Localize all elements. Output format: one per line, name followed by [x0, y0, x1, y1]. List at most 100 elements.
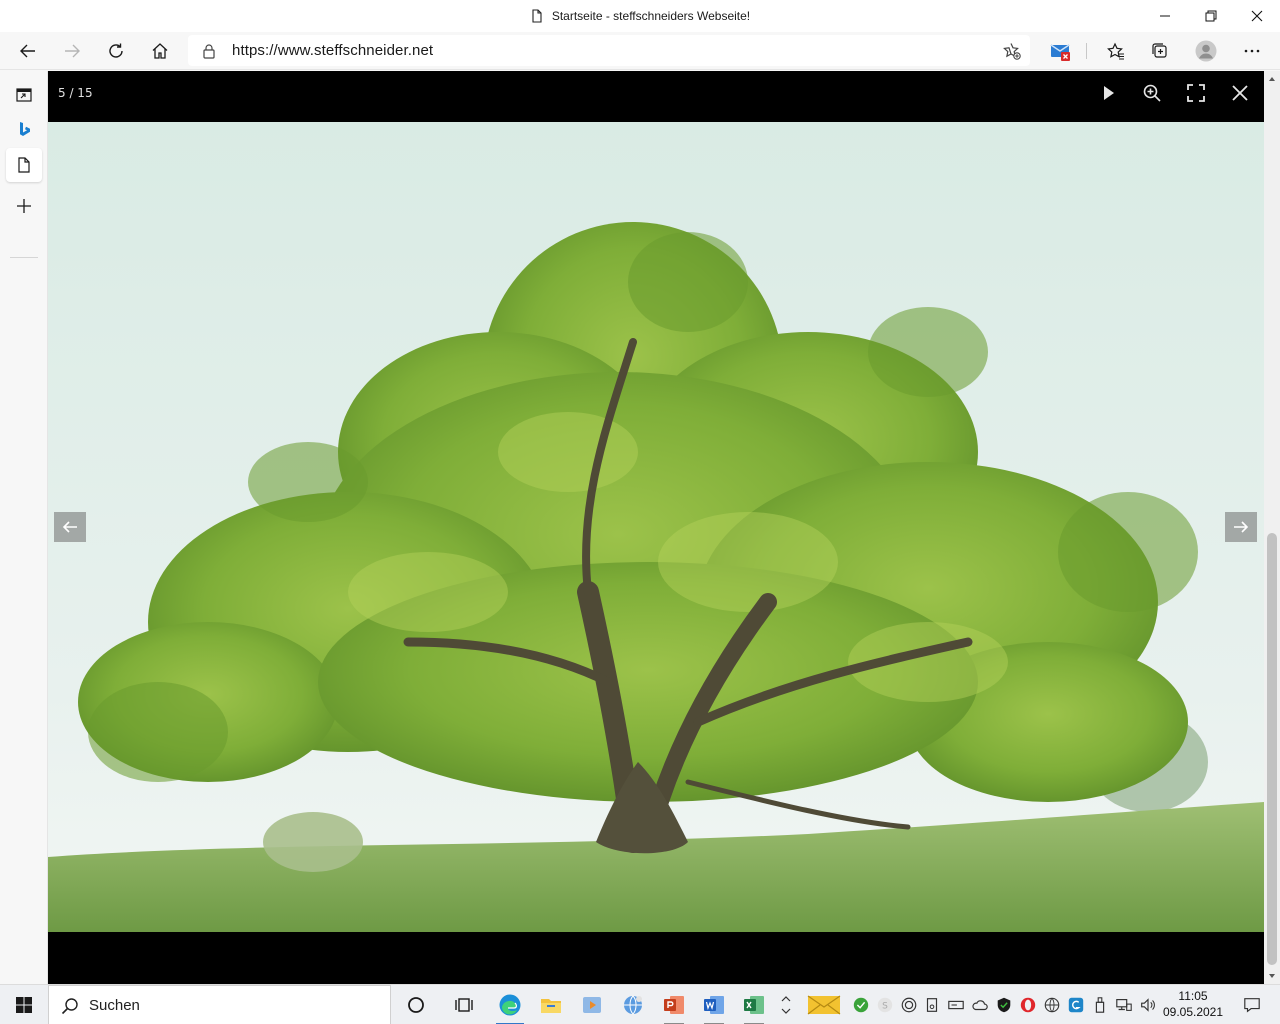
fullscreen-icon	[1187, 84, 1205, 102]
tray-hdd-icon[interactable]	[946, 995, 966, 1015]
forward-button[interactable]	[56, 35, 88, 67]
globe-app-icon	[624, 995, 642, 1015]
device-icon	[926, 998, 938, 1012]
back-button[interactable]	[12, 35, 44, 67]
tray-app-icon[interactable]	[1066, 995, 1086, 1015]
favorites-icon	[1107, 42, 1124, 60]
task-view-button[interactable]	[444, 985, 484, 1024]
page-tab-button[interactable]	[6, 148, 42, 182]
sidebar-divider	[10, 257, 38, 258]
close-icon	[1232, 85, 1248, 101]
collections-button[interactable]	[1144, 35, 1176, 67]
tray-skype-icon[interactable]: S	[875, 995, 895, 1015]
edge-icon	[499, 994, 521, 1016]
taskbar: Suchen S 11:05 09.05.2021	[0, 984, 1280, 1024]
restore-button[interactable]	[1188, 0, 1234, 32]
window-title-wrap: Startseite - steffschneiders Webseite!	[0, 0, 1280, 32]
home-icon	[152, 43, 168, 59]
envelope-icon	[807, 995, 841, 1015]
forward-arrow-icon	[65, 44, 80, 58]
tray-sync-icon[interactable]	[899, 995, 919, 1015]
notification-icon	[1244, 998, 1260, 1013]
minimize-icon	[1160, 15, 1170, 17]
taskbar-clock[interactable]: 11:05 09.05.2021	[1160, 988, 1226, 1020]
scroll-down-button[interactable]	[1264, 968, 1280, 984]
excel-icon	[744, 996, 764, 1014]
shield-icon	[997, 997, 1011, 1013]
hard-drive-icon	[948, 1000, 964, 1010]
profile-button[interactable]	[1190, 35, 1222, 67]
scroll-up-button[interactable]	[1264, 71, 1280, 87]
avatar-icon	[1195, 40, 1217, 62]
fullscreen-button[interactable]	[1178, 79, 1214, 107]
word-icon	[704, 996, 724, 1014]
scroll-thumb[interactable]	[1267, 533, 1277, 965]
mail-extension-icon	[1050, 44, 1070, 61]
close-window-button[interactable]	[1234, 0, 1280, 32]
previous-image-button[interactable]	[54, 512, 86, 542]
tray-security-icon[interactable]	[994, 995, 1014, 1015]
notification-center-button[interactable]	[1232, 985, 1272, 1024]
vertical-scrollbar[interactable]	[1264, 71, 1280, 984]
refresh-button[interactable]	[100, 35, 132, 67]
lightbox-close-button[interactable]	[1222, 79, 1258, 107]
zoom-button[interactable]	[1134, 79, 1170, 107]
tray-device-icon[interactable]	[922, 995, 942, 1015]
add-favorite-icon[interactable]	[1002, 41, 1022, 61]
check-circle-icon	[853, 997, 869, 1013]
show-hidden-icons-button[interactable]	[776, 995, 796, 1015]
tray-onedrive-icon[interactable]	[970, 995, 990, 1015]
tray-check-icon[interactable]	[851, 995, 871, 1015]
mail-extension-button[interactable]	[1044, 35, 1076, 67]
scroll-down-icon	[1269, 974, 1275, 978]
gallery-photo	[48, 122, 1264, 932]
svg-text:S: S	[882, 1002, 888, 1012]
mail-tray-button[interactable]	[806, 995, 842, 1015]
toolbar-divider	[1086, 43, 1087, 59]
home-button[interactable]	[144, 35, 176, 67]
file-explorer-button[interactable]	[531, 985, 571, 1024]
restore-icon	[1205, 10, 1217, 22]
taskbar-search-box[interactable]: Suchen	[48, 985, 391, 1024]
windows-logo-icon	[16, 997, 32, 1013]
page-icon	[532, 9, 542, 23]
address-bar[interactable]: https://www.steffschneider.net	[188, 35, 1030, 66]
slideshow-play-button[interactable]	[1090, 79, 1126, 107]
tray-network-icon[interactable]	[1114, 995, 1134, 1015]
window-title: Startseite - steffschneiders Webseite!	[551, 9, 751, 23]
collections-icon	[1152, 43, 1167, 58]
network-app-button[interactable]	[613, 985, 653, 1024]
tab-actions-button[interactable]	[6, 78, 42, 112]
opera-icon	[1020, 997, 1036, 1013]
powerpoint-button[interactable]	[654, 985, 694, 1024]
tray-network-tool-icon[interactable]	[1042, 995, 1062, 1015]
close-icon	[1251, 10, 1263, 22]
more-icon	[1244, 49, 1260, 53]
tray-opera-icon[interactable]	[1018, 995, 1038, 1015]
tab-actions-icon	[16, 88, 32, 102]
cortana-button[interactable]	[396, 985, 436, 1024]
settings-more-button[interactable]	[1236, 35, 1268, 67]
usb-icon	[1095, 997, 1105, 1013]
minimize-button[interactable]	[1142, 0, 1188, 32]
video-player-icon	[583, 997, 601, 1013]
edge-taskbar-button[interactable]	[490, 985, 530, 1024]
media-app-button[interactable]	[572, 985, 612, 1024]
start-button[interactable]	[0, 985, 48, 1024]
bing-button[interactable]	[6, 112, 42, 146]
speaker-icon	[1141, 998, 1155, 1012]
next-image-button[interactable]	[1225, 512, 1257, 542]
back-arrow-icon	[20, 44, 35, 58]
word-button[interactable]	[694, 985, 734, 1024]
play-icon	[1104, 86, 1114, 100]
plus-icon	[17, 199, 31, 213]
arrow-left-icon	[62, 521, 77, 533]
excel-button[interactable]	[734, 985, 774, 1024]
browser-toolbar: https://www.steffschneider.net	[0, 32, 1280, 70]
tray-usb-icon[interactable]	[1090, 995, 1110, 1015]
favorites-button[interactable]	[1100, 35, 1132, 67]
refresh-icon	[109, 43, 123, 58]
bing-icon	[20, 122, 30, 136]
tray-volume-icon[interactable]	[1138, 995, 1158, 1015]
new-tab-button[interactable]	[6, 189, 42, 223]
